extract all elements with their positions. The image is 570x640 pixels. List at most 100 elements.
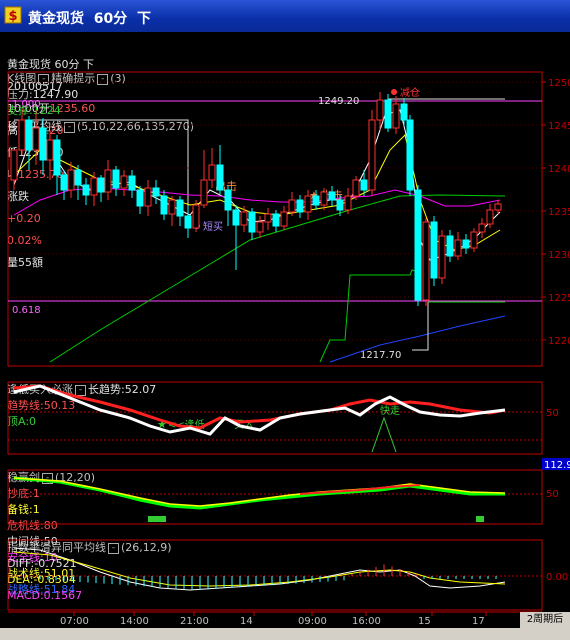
- sword-signal-1: [148, 516, 166, 522]
- volume-label: 量: [7, 256, 18, 269]
- change-pct: 0.02%: [7, 234, 42, 247]
- candle-body: [486, 209, 494, 225]
- candle-body: [112, 169, 120, 189]
- candle-body: [248, 211, 256, 233]
- quote-info-bar: 黄金现货 60分 下 20100517 10:00开1235.60 高1236.…: [0, 32, 570, 269]
- low-label: 低: [7, 146, 18, 159]
- ma-label: 移动平均线: [7, 120, 62, 133]
- candle-body: [216, 164, 224, 191]
- macd-title: 指数平滑异同平均线: [7, 541, 106, 554]
- candle-body: [136, 189, 144, 207]
- expand-toggle-icon[interactable]: -: [97, 73, 109, 85]
- support-value: 1224: [32, 104, 61, 117]
- candle-body: [368, 119, 376, 191]
- macd-value: MACD:0.1567: [7, 589, 83, 602]
- candle-body: [360, 179, 368, 191]
- short-buy-marker: [194, 223, 200, 229]
- candle-body: [90, 177, 98, 196]
- support-label: 支撑:: [7, 104, 33, 117]
- candle-body: [430, 221, 438, 279]
- dip-panel-header: 逢低买入必涨 - 长趋势:52.07 趋势线:50.13 顶A:0: [0, 366, 156, 428]
- macd-param: (26,12,9): [121, 541, 172, 554]
- sword-right-value: 112.9: [544, 460, 570, 471]
- macd-dea: DEA:-0.8304: [7, 573, 76, 586]
- candle-body: [376, 99, 384, 121]
- candle-body: [304, 195, 312, 213]
- candle-body: [462, 239, 470, 249]
- candle-body: [152, 187, 160, 197]
- top-label: 顶A:: [7, 415, 30, 428]
- out-label-1: 出击: [215, 179, 237, 193]
- bull-label: 趋势线:: [7, 399, 44, 412]
- expand-toggle-icon[interactable]: -: [64, 121, 75, 133]
- candle-body: [454, 239, 462, 257]
- candle-body: [224, 189, 232, 211]
- trough-label: 1217.70: [360, 350, 401, 361]
- candle-body: [200, 179, 208, 206]
- pressure-value: 1247.90: [32, 88, 79, 101]
- reduce-marker: [391, 89, 397, 95]
- short-buy-label: 短买: [203, 220, 223, 233]
- status-bar: [0, 628, 570, 640]
- candle-body: [67, 169, 75, 191]
- candle-body: [392, 103, 400, 129]
- decide-label: 快走: [380, 405, 400, 417]
- pressure-label: 压力:: [7, 88, 33, 101]
- candle-body: [74, 169, 82, 186]
- candle-body: [280, 211, 288, 227]
- candle-body: [240, 211, 248, 226]
- change-value: +0.20: [7, 212, 41, 225]
- candle-body: [478, 223, 486, 233]
- tab-precise-hint[interactable]: 精确提示: [51, 72, 95, 85]
- dip-title: 逢低买入必涨: [7, 383, 73, 396]
- volume-value: 55: [18, 256, 32, 269]
- sword-signal-2: [476, 516, 484, 522]
- ma-line: [49, 194, 506, 363]
- p3-tick: 50: [546, 489, 559, 500]
- dip-star-icon: ★: [157, 418, 167, 431]
- hint-param: (3): [110, 72, 126, 85]
- trend-value: 52.07: [124, 383, 157, 396]
- tab-kline[interactable]: K线图: [7, 72, 36, 85]
- svg-text:$: $: [8, 9, 17, 24]
- candle-body: [272, 213, 280, 227]
- candle-body: [128, 175, 136, 191]
- out-label-2: 出击: [321, 188, 343, 202]
- period-scroll-button[interactable]: 2周期后: [520, 612, 570, 628]
- p1-tick: 1230: [548, 250, 570, 261]
- candle-body: [120, 175, 128, 189]
- expand-toggle-icon[interactable]: -: [108, 542, 119, 554]
- peak-label: 1249.20: [318, 96, 359, 107]
- macd-diff: DIFF:-0.7521: [7, 557, 77, 570]
- candle-body: [422, 221, 430, 301]
- time-tick: 07:00: [60, 616, 89, 627]
- candle-body: [144, 187, 152, 207]
- candle-body: [296, 199, 304, 213]
- time-tick: 14: [240, 616, 253, 627]
- candle-body: [470, 231, 478, 249]
- support-step-line: [319, 269, 421, 363]
- candle-body: [82, 184, 90, 196]
- close-label: 收: [7, 168, 18, 181]
- candle-body: [352, 179, 360, 197]
- window-title: 黄金现货 60分 下: [28, 11, 151, 27]
- candle-body: [414, 189, 422, 301]
- dea-line: [13, 551, 506, 587]
- trend-label: 长趋势:: [88, 383, 125, 396]
- candle-body: [208, 164, 216, 181]
- sword-l2: 备钱:1: [7, 503, 40, 516]
- change-label: 涨跌: [7, 190, 29, 203]
- expand-toggle-icon[interactable]: -: [42, 472, 53, 484]
- top-spike: [371, 416, 397, 453]
- candle-body: [264, 213, 272, 223]
- candle-body: [320, 191, 328, 206]
- time-tick: 14:00: [120, 616, 149, 627]
- p4-tick: 0.00: [546, 572, 568, 583]
- expand-toggle-icon[interactable]: -: [38, 73, 50, 85]
- trough-line: [412, 302, 429, 351]
- volume-extra: 額: [32, 256, 43, 269]
- candle-body: [160, 195, 168, 215]
- time-tick: 17: [472, 616, 485, 627]
- expand-toggle-icon[interactable]: -: [75, 384, 86, 396]
- p1-tick: 1240: [548, 164, 570, 175]
